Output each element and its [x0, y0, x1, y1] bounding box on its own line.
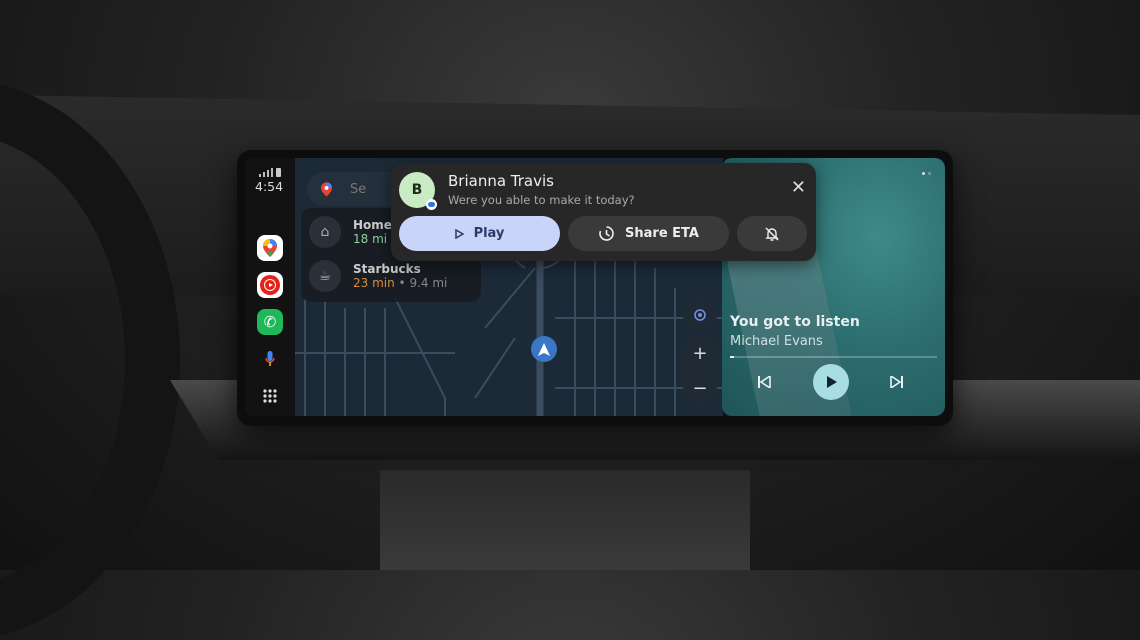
car-display: 4:54 ✆ Se ⌂ Home 18 mi ☕ Starbucks 23 mi…: [237, 150, 953, 426]
next-track-button[interactable]: [884, 364, 908, 400]
recenter-icon: [694, 309, 706, 321]
messages-app-badge-icon: [426, 199, 437, 210]
page-indicator: [922, 172, 931, 175]
zoom-out-button[interactable]: −: [692, 371, 707, 406]
play-message-button[interactable]: Play: [399, 216, 560, 251]
play-outline-icon: [454, 228, 464, 239]
sender-name: Brianna Travis: [448, 172, 554, 190]
recenter-button[interactable]: [683, 300, 717, 330]
playback-progress-bar[interactable]: [730, 356, 937, 358]
play-pause-button[interactable]: [813, 364, 849, 400]
clock: 4:54: [255, 179, 284, 194]
destination-item-starbucks[interactable]: ☕ Starbucks 23 min • 9.4 mi: [309, 260, 447, 292]
battery-icon: [276, 168, 281, 177]
destination-item-home[interactable]: ⌂ Home 18 mi: [309, 216, 392, 248]
google-maps-app-icon[interactable]: [257, 235, 283, 261]
share-eta-icon: [599, 226, 614, 241]
skip-previous-icon: [757, 376, 771, 388]
status-bar: 4:54: [255, 168, 283, 194]
home-icon: ⌂: [309, 216, 341, 248]
android-auto-screen: 4:54 ✆ Se ⌂ Home 18 mi ☕ Starbucks 23 mi…: [245, 158, 945, 416]
zoom-in-button[interactable]: +: [692, 336, 707, 371]
app-launcher-icon[interactable]: [257, 383, 283, 409]
search-placeholder: Se: [350, 181, 367, 197]
avatar-initial: B: [411, 182, 423, 198]
share-eta-button[interactable]: Share ETA: [568, 216, 729, 251]
coffee-cup-icon: ☕: [309, 260, 341, 292]
play-label: Play: [473, 226, 505, 241]
message-notification: B Brianna Travis Were you able to make i…: [391, 163, 816, 261]
assistant-mic-icon[interactable]: [257, 346, 283, 372]
play-icon: [826, 376, 837, 388]
center-console: [380, 470, 750, 570]
message-text: Were you able to make it today?: [448, 193, 635, 207]
sender-avatar: B: [399, 172, 437, 210]
skip-next-icon: [889, 376, 903, 388]
mute-conversation-button[interactable]: [737, 216, 807, 251]
bell-off-icon: [765, 226, 779, 241]
zoom-controls: + −: [683, 336, 717, 406]
youtube-music-app-icon[interactable]: [257, 272, 283, 298]
destination-name: Starbucks: [353, 262, 421, 276]
song-artist: Michael Evans: [730, 334, 823, 349]
destination-name: Home: [353, 218, 392, 232]
share-eta-label: Share ETA: [625, 226, 699, 241]
app-rail: 4:54 ✆: [245, 158, 295, 416]
maps-pin-icon: [321, 181, 332, 197]
signal-icon: [259, 168, 273, 177]
media-controls: [722, 364, 945, 400]
progress-fill: [730, 356, 735, 358]
destination-distance: • 9.4 mi: [398, 276, 448, 290]
phone-app-icon[interactable]: ✆: [257, 309, 283, 335]
song-title: You got to listen: [730, 314, 860, 330]
previous-track-button[interactable]: [752, 364, 776, 400]
destination-eta: 23 min: [353, 276, 395, 290]
close-notification-button[interactable]: ✕: [791, 177, 806, 198]
destination-eta: 18 mi: [353, 232, 388, 246]
current-location-arrow: [531, 336, 557, 362]
